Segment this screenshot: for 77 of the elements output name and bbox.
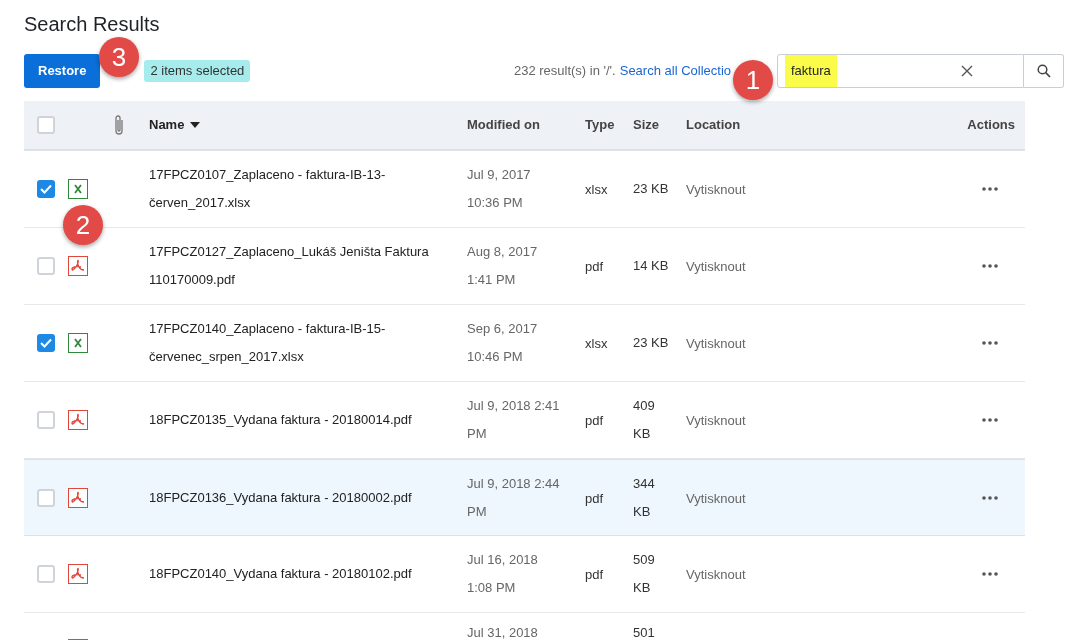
paperclip-icon [113,114,125,136]
file-type: xlsx [585,336,608,351]
result-summary: 232 result(s) in '/'. [513,62,616,81]
modified-date: Aug 8, 2017 1:41 PM [467,243,539,289]
checkbox[interactable] [37,116,55,134]
checkbox[interactable] [37,257,55,275]
more-actions-icon[interactable] [982,418,998,422]
file-size: 23 KB [633,180,670,198]
file-name[interactable]: 18FPCZ0140_Vydana faktura - 20180102.pdf [149,560,451,588]
restore-button[interactable]: Restore [24,54,101,88]
column-header[interactable]: Size [633,117,659,133]
modified-date: Jul 16, 2018 1:08 PM [467,551,539,597]
file-type: xlsx [585,182,608,197]
modified-date: Jul 9, 2017 10:36 PM [467,166,532,212]
more-actions-icon[interactable] [982,187,998,191]
callout-marker: 1 [733,60,773,100]
file-name[interactable]: 18FPCZ0136_Vydana faktura - 20180002.pdf [149,483,451,512]
file-size: 344 KB [633,474,656,521]
file-type: pdf [585,567,604,582]
more-actions-icon[interactable] [982,264,998,268]
search-button[interactable] [1024,54,1064,88]
more-actions-icon[interactable] [982,495,998,500]
file-size: 23 KB [633,334,670,352]
file-name[interactable]: 17FPCZ0107_Zaplaceno - faktura-IB-13-červen_2017.xlsx [149,161,451,217]
selection-count: 2 items selected [144,60,251,82]
spreadsheet-file-icon [68,179,88,199]
sort-caret-icon[interactable] [190,122,201,128]
table-row[interactable]: 17FPCZ0140_Zaplaceno - faktura-IB-15-červenec_srpen_2017.xlsx Sep 6, 2017 10:46 PM xlsx 23 KB Vytisknout [24,305,1025,382]
column-header[interactable]: Type [585,117,615,133]
checkbox[interactable] [37,565,55,583]
file-type: pdf [585,490,604,506]
checkmark-icon [40,184,52,194]
file-location[interactable]: Vytisknout [686,182,746,197]
file-type: pdf [585,413,604,428]
more-actions-icon[interactable] [982,341,998,345]
modified-date: Jul 9, 2018 2:44 PM [467,474,561,521]
pdf-file-icon [68,564,88,584]
modified-date: Jul 9, 2018 2:41 PM [467,397,561,443]
modified-date: Jul 31, 2018 [467,624,539,640]
file-name[interactable]: 18FPCZ0135_Vydana faktura - 20180014.pdf [149,406,451,434]
clear-icon[interactable] [961,65,973,77]
modified-date: Sep 6, 2017 10:46 PM [467,320,539,366]
checkbox[interactable] [37,334,55,352]
checkbox[interactable] [37,411,55,429]
column-header[interactable]: Name [149,115,185,135]
table-row[interactable]: 18FPCZ0136_Vydana faktura - 20180002.pdf Jul 9, 2018 2:44 PM pdf 344 KB Vytisknout [24,459,1025,536]
file-location[interactable]: Vytisknout [686,336,746,351]
file-location[interactable]: Vytisknout [686,567,746,582]
search-icon [1036,64,1051,78]
table-row[interactable]: 18FPCZ0140_Vydana faktura - 20180102.pdf Jul 16, 2018 1:08 PM pdf 509 KB Vytisknout [24,536,1025,613]
file-type: pdf [585,259,604,274]
search-field[interactable]: faktura [777,54,1024,88]
column-header: Actions [967,116,1015,135]
file-size: 501 [633,624,656,640]
page-title: Search Results [24,12,160,36]
search-value: faktura [785,55,837,87]
file-location[interactable]: Vytisknout [686,413,746,428]
file-size: 409 KB [633,397,656,443]
checkbox[interactable] [37,180,55,198]
file-name[interactable]: 17FPCZ0140_Zaplaceno - faktura-IB-15-červenec_srpen_2017.xlsx [149,315,451,371]
file-location[interactable]: Vytisknout [686,259,746,274]
spreadsheet-file-icon [68,333,88,353]
checkbox[interactable] [37,488,55,507]
callout-marker: 3 [99,37,139,77]
more-actions-icon[interactable] [982,572,998,576]
file-size: 14 KB [633,257,670,275]
file-size: 509 KB [633,551,656,597]
callout-marker: 2 [63,205,103,245]
checkmark-icon [40,338,52,348]
search-all-link[interactable]: Search all Collectio [619,61,731,81]
pdf-file-icon [68,256,88,276]
file-name[interactable]: 17FPCZ0127_Zaplaceno_Lukáš Jeništa Faktura 110170009.pdf [149,238,451,294]
column-header[interactable]: Location [686,117,741,133]
pdf-file-icon [68,487,88,508]
file-location[interactable]: Vytisknout [686,490,746,506]
column-header[interactable]: Modified on [467,117,540,133]
pdf-file-icon [68,410,88,430]
